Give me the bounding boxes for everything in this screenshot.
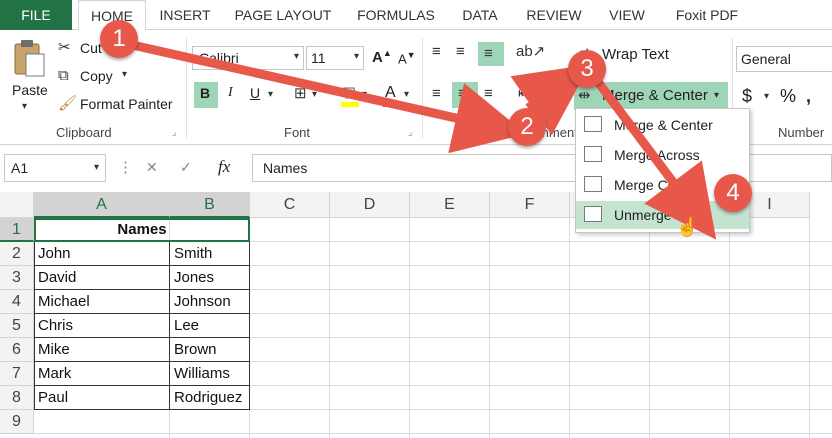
mouse-cursor-icon: ☝ bbox=[676, 217, 699, 237]
arrow-3-to-4 bbox=[594, 79, 717, 240]
callout-badge-3: 3 bbox=[568, 50, 606, 88]
callout-badge-4: 4 bbox=[714, 174, 752, 212]
arrow-2-to-3 bbox=[510, 64, 591, 136]
callout-badge-2: 2 bbox=[508, 108, 546, 146]
callout-badge-1: 1 bbox=[100, 20, 138, 58]
arrow-1-to-2 bbox=[127, 39, 527, 154]
annotation-arrows bbox=[127, 39, 717, 240]
